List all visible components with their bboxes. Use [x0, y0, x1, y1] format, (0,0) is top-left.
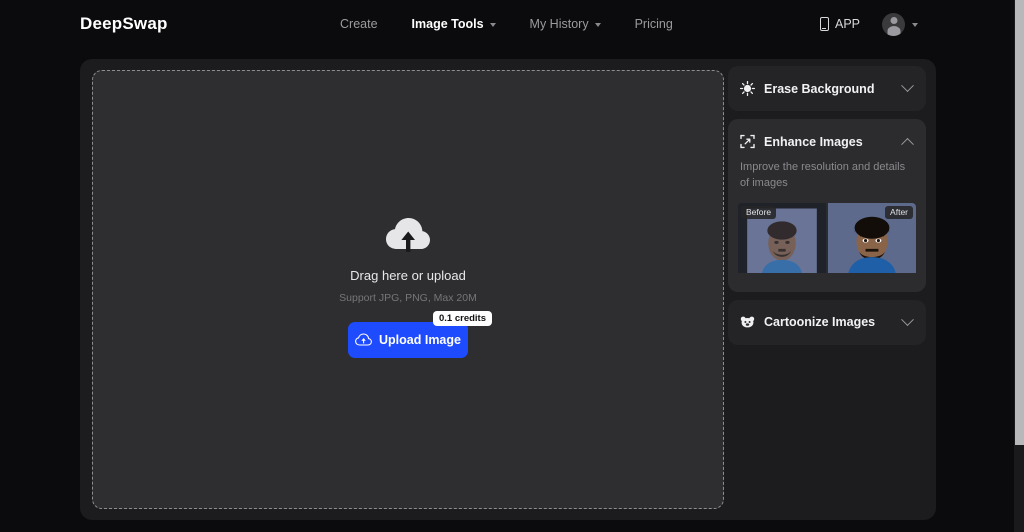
panel-title: Enhance Images	[764, 134, 863, 149]
app-label: APP	[834, 17, 860, 31]
main-navigation: Create Image Tools My History Pricing	[340, 0, 673, 48]
cloud-upload-icon	[386, 217, 430, 252]
dropzone-title: Drag here or upload	[350, 267, 466, 283]
before-after-preview[interactable]: Before After	[738, 202, 916, 280]
chevron-down-icon	[594, 23, 601, 27]
panel-title: Erase Background	[764, 81, 875, 96]
panel-erase-background: Erase Background	[728, 66, 926, 111]
chevron-down-icon	[912, 23, 918, 27]
upload-button-label: Upload Image	[379, 332, 461, 347]
before-label: Before	[741, 205, 777, 219]
enhance-frame-icon	[740, 134, 755, 149]
credits-badge: 0.1 credits	[433, 310, 492, 326]
panel-enhance-images: Enhance Images Improve the resolution an…	[728, 119, 926, 292]
nav-label: Pricing	[634, 17, 673, 31]
top-header: DeepSwap Create Image Tools My History P…	[0, 0, 1014, 48]
after-image: After	[828, 202, 916, 280]
app-page: DeepSwap Create Image Tools My History P…	[0, 0, 1024, 532]
dropzone-content: Drag here or upload Support JPG, PNG, Ma…	[339, 216, 492, 358]
bear-face-icon	[740, 315, 755, 330]
upload-image-button[interactable]: Upload Image	[348, 321, 468, 358]
nav-item-my-history[interactable]: My History	[530, 17, 601, 31]
cloud-upload-small-icon	[355, 333, 372, 346]
chevron-down-icon	[489, 23, 496, 27]
sparkle-sun-icon	[740, 81, 755, 96]
phone-icon	[819, 17, 829, 31]
panel-cartoonize-images-header[interactable]: Cartoonize Images	[728, 300, 926, 345]
user-avatar-icon	[882, 12, 905, 36]
nav-label: My History	[529, 17, 589, 31]
chevron-up-icon[interactable]	[901, 137, 914, 151]
panel-erase-background-header[interactable]: Erase Background	[728, 66, 926, 111]
image-dropzone[interactable]: Drag here or upload Support JPG, PNG, Ma…	[92, 70, 724, 509]
nav-item-create[interactable]: Create	[340, 17, 378, 31]
page-bottom-strip	[0, 522, 1014, 532]
nav-item-image-tools[interactable]: Image Tools	[412, 17, 496, 31]
app-download-button[interactable]: APP	[819, 17, 860, 31]
chevron-down-icon[interactable]	[901, 313, 914, 326]
dropzone-support-text: Support JPG, PNG, Max 20M	[339, 291, 477, 304]
nav-label: Image Tools	[411, 17, 484, 31]
before-image: Before	[738, 202, 826, 280]
account-menu-button[interactable]	[882, 12, 918, 36]
page-scrollbar-thumb[interactable]	[1015, 0, 1024, 445]
nav-item-pricing[interactable]: Pricing	[635, 17, 673, 31]
after-label: After	[885, 205, 913, 219]
chevron-down-icon[interactable]	[901, 79, 914, 93]
brand-logo[interactable]: DeepSwap	[80, 14, 168, 34]
page-scrollbar-track[interactable]	[1014, 0, 1024, 532]
header-right-actions: APP	[819, 0, 918, 48]
panel-enhance-images-header[interactable]: Enhance Images	[728, 119, 926, 164]
upload-button-wrapper: Upload Image 0.1 credits	[348, 310, 492, 358]
nav-label: Create	[340, 17, 378, 31]
panel-title: Cartoonize Images	[764, 315, 876, 330]
panel-cartoonize-images: Cartoonize Images	[728, 299, 926, 345]
panel-description: Improve the resolution and details of im…	[740, 161, 906, 189]
tools-panel-list: Erase Background Enhance Images Improve …	[728, 66, 926, 353]
